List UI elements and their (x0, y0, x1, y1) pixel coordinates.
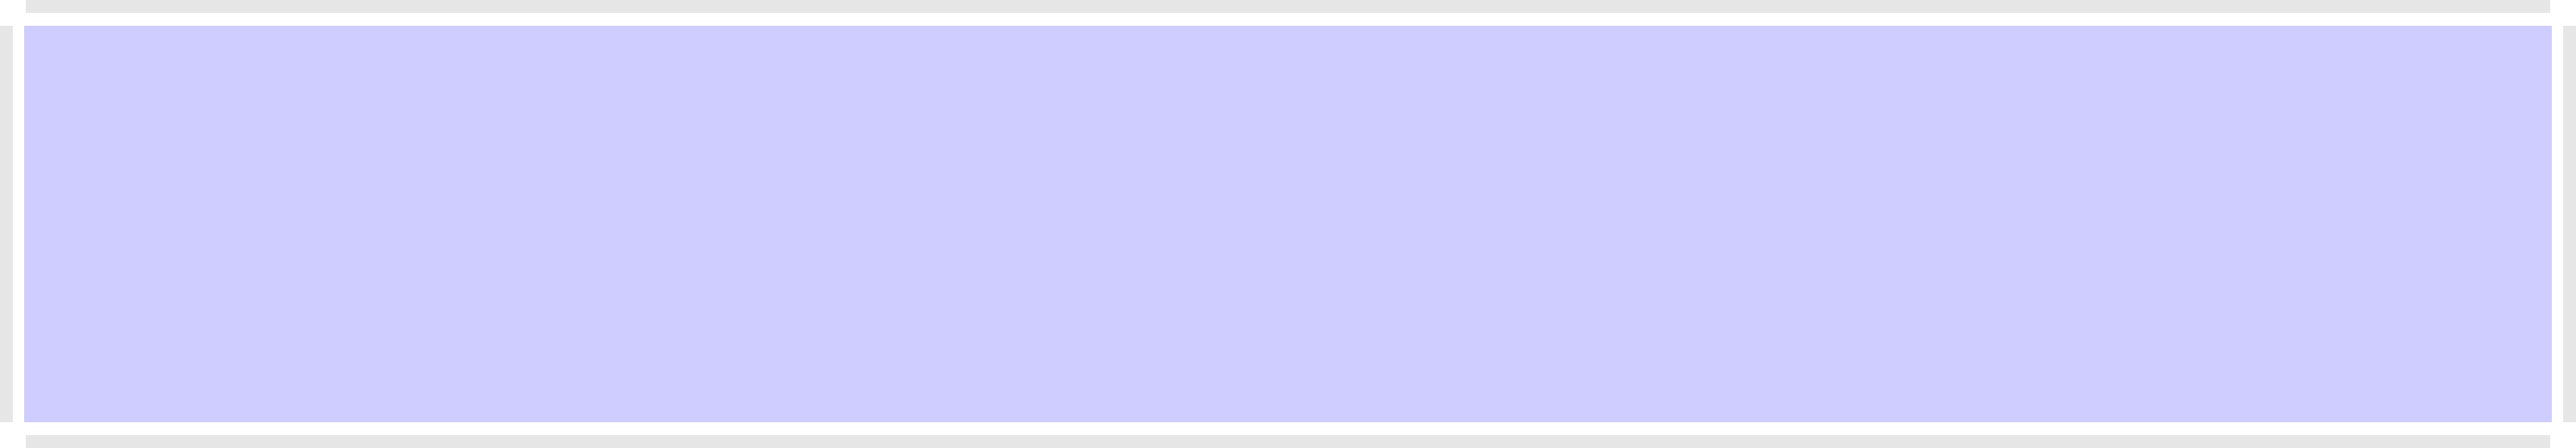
selection-area[interactable] (24, 26, 2552, 422)
resize-handle-bottom[interactable] (26, 435, 2550, 448)
resize-handle-left[interactable] (0, 26, 13, 422)
resize-handle-top[interactable] (26, 0, 2550, 13)
resize-handle-right[interactable] (2563, 26, 2576, 422)
